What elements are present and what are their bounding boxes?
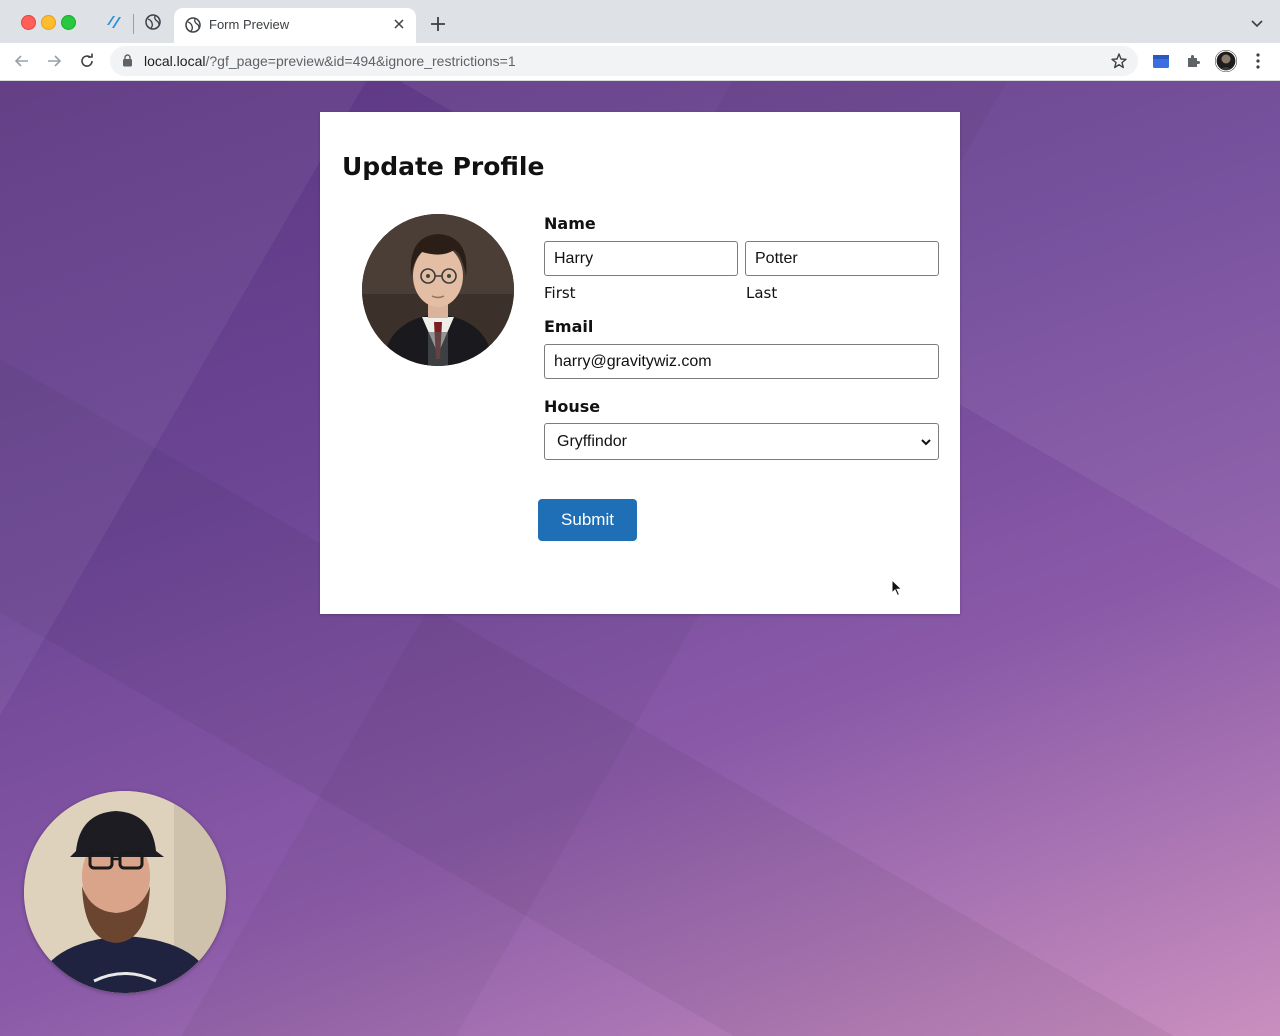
house-selected-value: Gryffindor: [557, 432, 627, 450]
house-label: House: [544, 397, 601, 416]
bookmark-star-icon[interactable]: [1110, 52, 1128, 70]
tab-title: Form Preview: [209, 17, 290, 32]
last-sublabel: Last: [746, 284, 778, 302]
globe-icon: [145, 14, 161, 30]
forward-button[interactable]: [44, 51, 64, 71]
tab-bar: Form Preview: [0, 0, 1280, 43]
close-window-button[interactable]: [21, 15, 36, 30]
webcam-person-icon: [24, 791, 226, 993]
back-button[interactable]: [12, 51, 32, 71]
extension-button[interactable]: [1152, 52, 1170, 70]
submit-button[interactable]: Submit: [538, 499, 637, 541]
minimize-window-button[interactable]: [41, 15, 56, 30]
url-path: /?gf_page=preview&id=494&ignore_restrict…: [205, 53, 516, 69]
arrow-left-icon: [14, 55, 28, 67]
url-host: local.local: [144, 53, 206, 69]
url-text: local.local/?gf_page=preview&id=494&igno…: [144, 53, 516, 69]
browser-toolbar: local.local/?gf_page=preview&id=494&igno…: [0, 43, 1280, 81]
email-label: Email: [544, 317, 594, 336]
more-menu-icon[interactable]: [1250, 52, 1266, 70]
first-name-input[interactable]: [544, 241, 738, 276]
address-bar[interactable]: local.local/?gf_page=preview&id=494&igno…: [110, 46, 1138, 76]
new-tab-icon[interactable]: [428, 14, 448, 34]
pinned-tab-globe[interactable]: [143, 12, 163, 32]
name-label: Name: [544, 214, 596, 233]
profile-avatar-image: [362, 214, 514, 366]
reload-icon: [81, 53, 93, 67]
close-tab-icon[interactable]: [390, 15, 408, 33]
profile-avatar[interactable]: [1215, 50, 1237, 72]
tab-form-preview[interactable]: Form Preview: [174, 8, 416, 43]
page-viewport: Update Profile Name F: [0, 81, 1280, 1036]
pinned-tab-gravitywiz[interactable]: [104, 12, 124, 32]
fullscreen-window-button[interactable]: [61, 15, 76, 30]
webcam-overlay: [24, 791, 226, 993]
house-select[interactable]: Gryffindor: [544, 423, 939, 460]
arrow-right-icon: [48, 55, 62, 67]
email-field[interactable]: [544, 344, 939, 379]
puzzle-icon: [1188, 55, 1200, 67]
mouse-cursor-icon: [891, 579, 903, 597]
profile-portrait-icon: [362, 214, 514, 366]
extension-calendar-icon: [1153, 55, 1169, 68]
first-sublabel: First: [544, 284, 576, 302]
reload-button[interactable]: [77, 51, 97, 71]
last-name-input[interactable]: [745, 241, 939, 276]
gravitywiz-icon: [107, 16, 121, 28]
form-card: Update Profile Name F: [320, 112, 960, 614]
globe-icon: [185, 17, 201, 33]
lock-icon: [123, 54, 132, 67]
chevron-down-icon[interactable]: [1250, 16, 1264, 30]
profile-photo-icon: [1215, 50, 1237, 72]
form-title: Update Profile: [342, 152, 545, 181]
tab-divider: [133, 14, 134, 34]
extensions-button[interactable]: [1184, 52, 1202, 70]
chevron-down-icon: [921, 439, 931, 446]
